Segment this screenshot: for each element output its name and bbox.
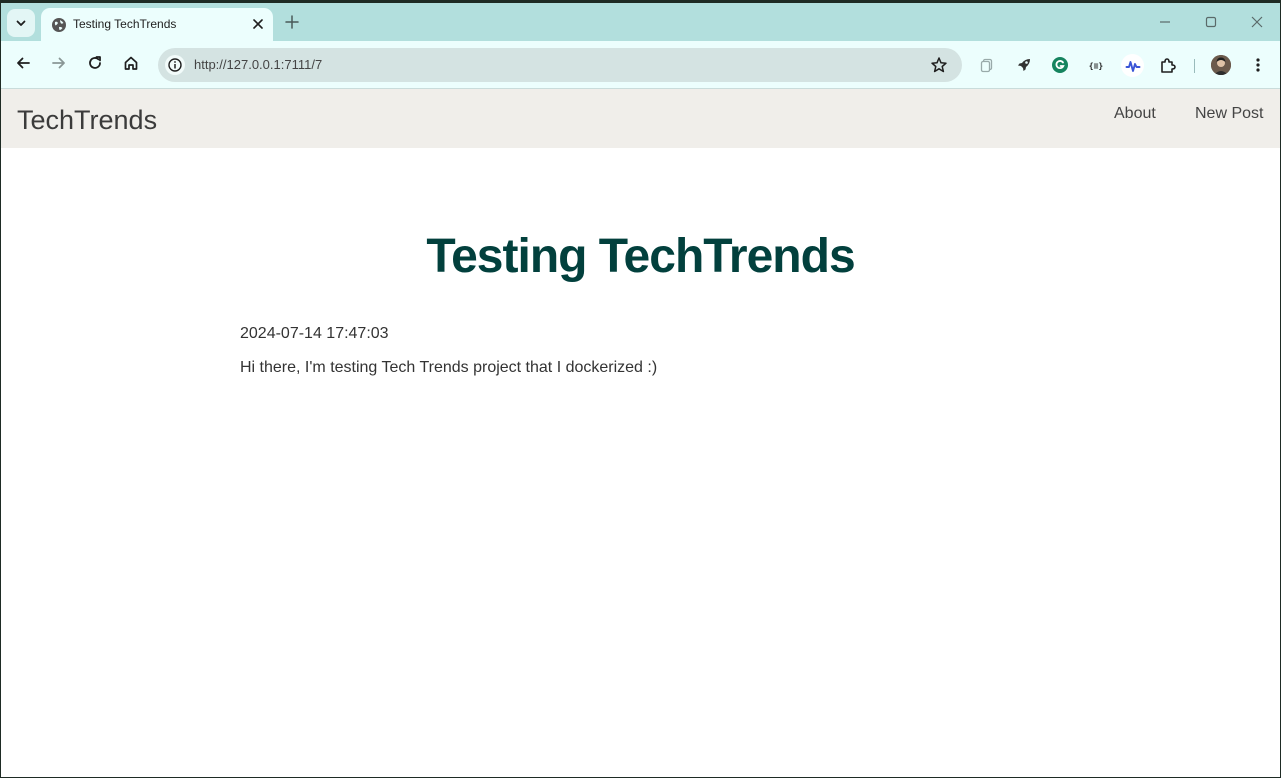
kebab-menu-icon [1256, 58, 1260, 72]
post-date: 2024-07-14 17:47:03 [240, 325, 389, 342]
tab-search-button[interactable] [7, 9, 35, 37]
back-button[interactable] [13, 53, 33, 73]
site-brand-link[interactable]: TechTrends [17, 105, 157, 136]
globe-icon [52, 18, 66, 32]
rocket-extension-button[interactable] [1015, 56, 1033, 74]
info-icon [168, 58, 182, 72]
minimize-icon[interactable] [1158, 15, 1172, 29]
browser-toolbar: http://127.0.0.1:7111/7 {≡} [1, 41, 1280, 89]
toolbar-separator [1194, 59, 1195, 73]
post-title: Testing TechTrends [426, 230, 855, 283]
json-extension-button[interactable]: {≡} [1087, 56, 1105, 74]
url-text[interactable]: http://127.0.0.1:7111/7 [194, 57, 322, 72]
bookmark-star-icon[interactable] [930, 56, 948, 74]
window-close-icon[interactable] [1250, 15, 1264, 29]
maximize-icon[interactable] [1204, 15, 1218, 29]
arrow-left-icon [17, 57, 30, 69]
arrow-right-icon [52, 57, 65, 69]
svg-text:{≡}: {≡} [1089, 62, 1104, 71]
waveform-icon [1125, 60, 1140, 72]
reload-button[interactable] [85, 53, 105, 73]
home-icon [124, 56, 138, 70]
new-tab-plus-icon[interactable] [284, 14, 300, 30]
address-bar[interactable]: http://127.0.0.1:7111/7 [158, 48, 962, 82]
copy-icon [980, 58, 993, 73]
site-navbar: TechTrends About New Post [1, 89, 1280, 148]
close-icon[interactable] [251, 17, 265, 31]
copy-extension-button[interactable] [978, 56, 996, 74]
home-button[interactable] [121, 53, 141, 73]
waveform-extension-button[interactable] [1121, 54, 1144, 77]
browser-window: Testing TechTrends http://127.0.0.1:7111… [1, 3, 1280, 777]
chevron-down-icon [16, 20, 26, 26]
grammarly-icon [1052, 57, 1068, 73]
tab-active[interactable]: Testing TechTrends [41, 8, 273, 41]
braces-icon: {≡} [1089, 62, 1104, 71]
tab-title: Testing TechTrends [73, 17, 177, 31]
user-avatar-icon [1211, 55, 1231, 75]
rocket-icon [1018, 59, 1030, 71]
nav-new-post-link[interactable]: New Post [1195, 105, 1263, 123]
puzzle-icon [1161, 58, 1176, 73]
post-body: Hi there, I'm testing Tech Trends projec… [240, 359, 658, 376]
extensions-button[interactable] [1159, 56, 1177, 74]
site-info-button[interactable] [165, 55, 185, 75]
nav-about-link[interactable]: About [1114, 105, 1156, 123]
reload-icon [89, 56, 101, 69]
forward-button[interactable] [49, 53, 69, 73]
browser-menu-button[interactable] [1249, 56, 1267, 74]
grammarly-extension-button[interactable] [1051, 56, 1069, 74]
web-page: TechTrends About New Post Testing TechTr… [1, 89, 1280, 777]
profile-avatar[interactable] [1211, 55, 1231, 75]
tab-strip: Testing TechTrends [1, 3, 1280, 41]
